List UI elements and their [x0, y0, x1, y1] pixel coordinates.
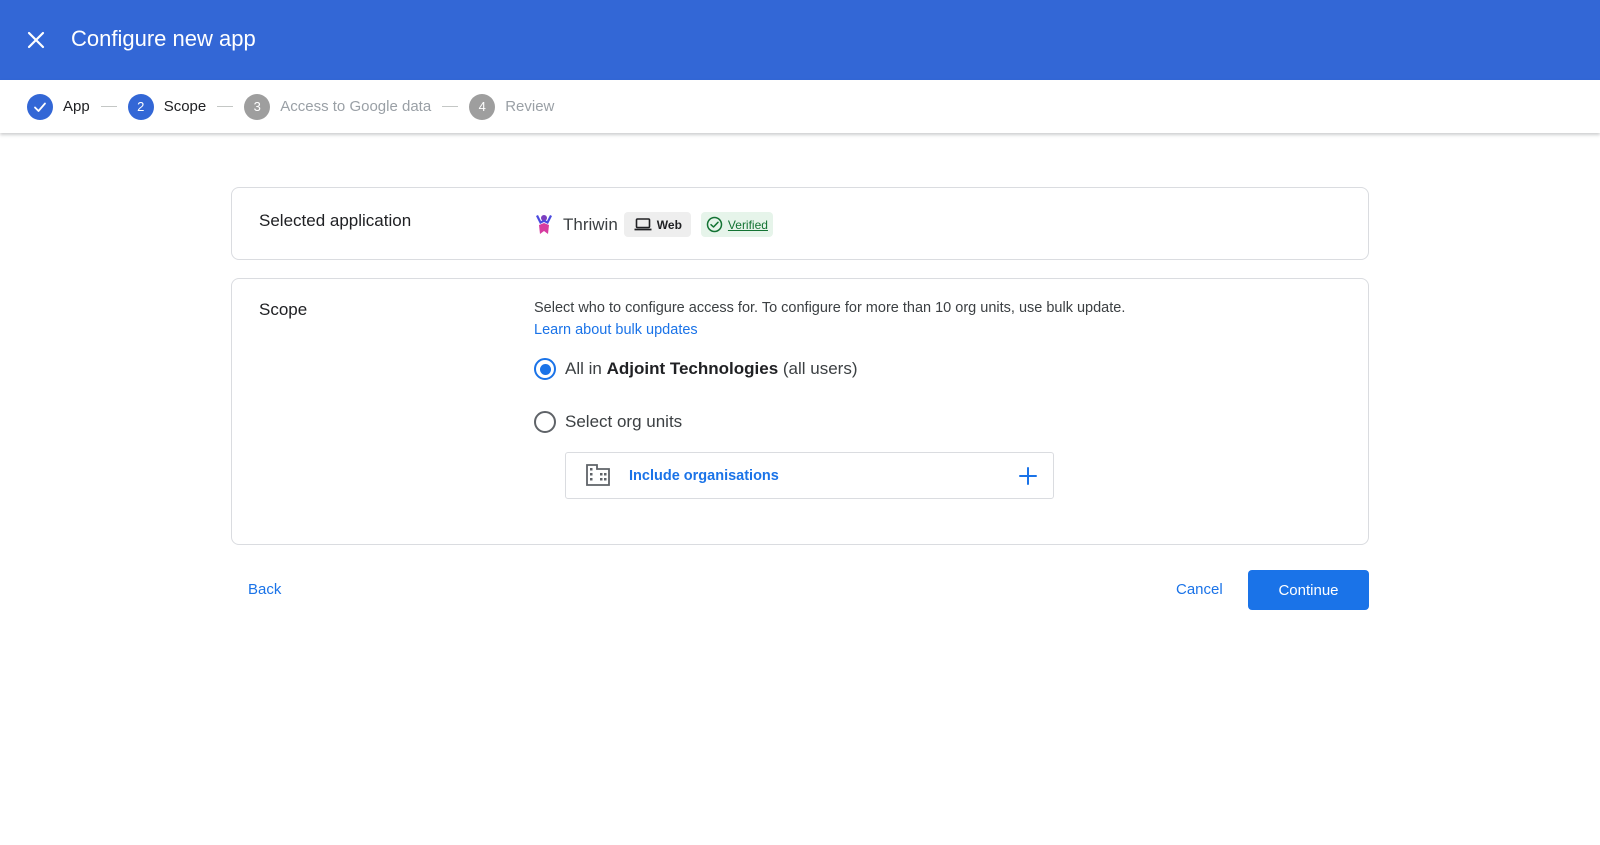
selected-application-card: Selected application Thriwin Web Verifie…	[231, 187, 1369, 260]
platform-chip-label: Web	[656, 217, 682, 232]
close-button[interactable]	[18, 22, 54, 58]
step-divider	[100, 106, 117, 107]
radio-select-org-units-label: Select org units	[565, 412, 683, 431]
step-number: 3	[244, 93, 271, 120]
thriwin-logo-icon	[536, 214, 552, 234]
selected-application-label: Selected application	[259, 211, 412, 230]
scope-card: Scope Select who to configure access for…	[231, 278, 1369, 545]
page-title: Configure new app	[71, 26, 256, 51]
check-icon	[27, 93, 53, 120]
cancel-button[interactable]: Cancel	[1176, 581, 1223, 598]
step-number: 2	[127, 93, 154, 120]
continue-button[interactable]: Continue	[1248, 570, 1369, 610]
platform-chip: Web	[623, 212, 691, 237]
step-label: App	[63, 98, 90, 115]
scope-description: Select who to configure access for. To c…	[534, 300, 1126, 316]
org-name: Adjoint Technologies	[606, 359, 779, 378]
app-bar: Configure new app	[0, 0, 1600, 80]
back-button[interactable]: Back	[248, 581, 281, 598]
radio-button-checked[interactable]	[534, 358, 556, 380]
app-name: Thriwin	[563, 214, 618, 234]
step-divider	[217, 106, 234, 107]
learn-bulk-updates-link[interactable]: Learn about bulk updates	[534, 322, 698, 338]
stepper: App 2 Scope 3 Access to Google data 4 Re…	[0, 80, 1600, 133]
radio-all-users-label: All in Adjoint Technologies (all users)	[565, 359, 858, 378]
verified-chip-label: Verified	[727, 217, 768, 232]
step-divider	[442, 106, 459, 107]
include-organisations-label: Include organisations	[629, 468, 779, 484]
close-icon	[27, 31, 45, 49]
include-organisations-button[interactable]: Include organisations	[565, 452, 1054, 499]
radio-dot	[539, 363, 551, 375]
step-number: 4	[469, 93, 496, 120]
scope-label: Scope	[259, 300, 308, 319]
verified-chip[interactable]: Verified	[700, 212, 773, 237]
step-access: 3 Access to Google data	[244, 93, 432, 120]
step-review: 4 Review	[469, 93, 555, 120]
step-label: Review	[505, 98, 555, 115]
plus-icon[interactable]	[1017, 465, 1039, 487]
app-info: Thriwin Web Verified	[534, 212, 773, 237]
radio-all-users[interactable]: All in Adjoint Technologies (all users)	[534, 358, 858, 380]
step-label: Access to Google data	[280, 98, 432, 115]
step-app[interactable]: App	[27, 93, 90, 120]
radio-button-unchecked[interactable]	[534, 411, 556, 433]
building-icon	[586, 464, 610, 486]
radio-select-org-units[interactable]: Select org units	[534, 411, 682, 433]
step-scope[interactable]: 2 Scope	[127, 93, 207, 120]
laptop-icon	[634, 218, 652, 231]
verified-check-icon	[706, 216, 723, 233]
step-label: Scope	[163, 98, 207, 115]
